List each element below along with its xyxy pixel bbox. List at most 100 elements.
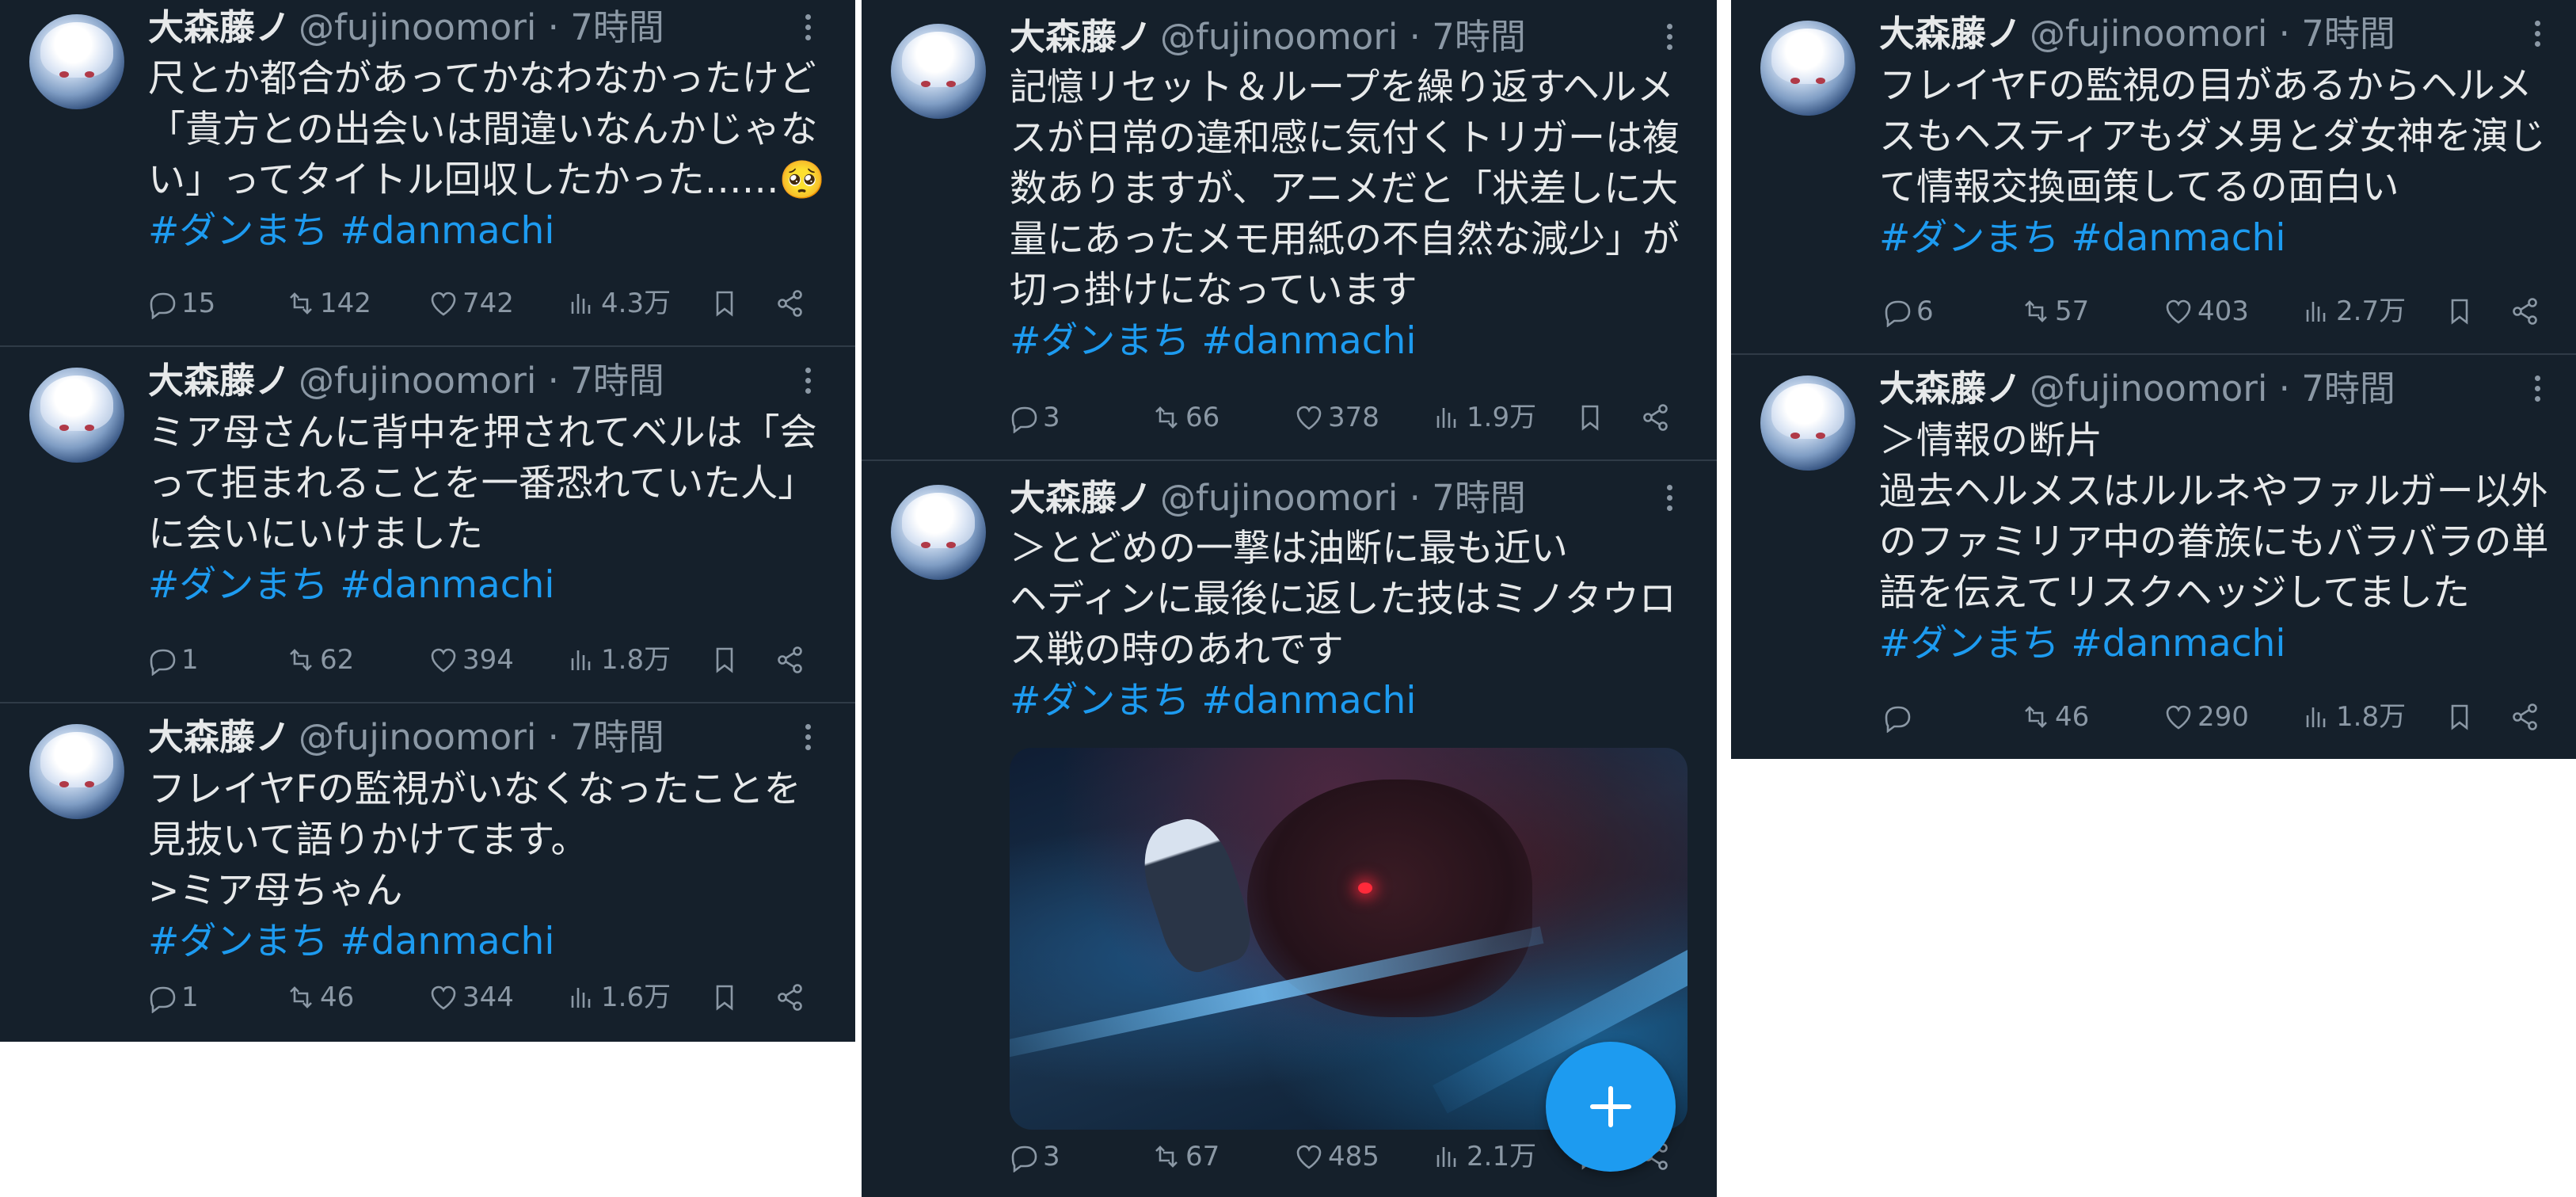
views-button[interactable]: 2.1万: [1432, 1137, 1536, 1176]
author-name[interactable]: 大森藤ノ: [148, 6, 291, 48]
avatar[interactable]: [891, 24, 986, 119]
post-time[interactable]: · 7時間: [548, 6, 664, 48]
bookmark-icon: [716, 647, 733, 673]
reply-button[interactable]: 1: [146, 640, 199, 680]
author-handle[interactable]: @fujinoomori: [1160, 477, 1398, 519]
author-handle[interactable]: @fujinoomori: [1160, 16, 1398, 58]
tweet-text: フレイヤFの監視の目があるからヘルメ スもヘスティアもダメ男とダ女神を演じ て情報交…: [1879, 61, 2546, 264]
kebab-menu-icon[interactable]: [804, 368, 812, 399]
views-button[interactable]: 1.9万: [1432, 398, 1536, 437]
reply-button[interactable]: 3: [1008, 1137, 1060, 1176]
tweet-text-line: スが日常の違和感に気付くトリガーは複: [1010, 116, 1680, 160]
bookmark-button[interactable]: [1574, 398, 1606, 437]
bookmark-button[interactable]: [2444, 697, 2475, 737]
repost-button[interactable]: 57: [2020, 292, 2089, 331]
kebab-menu-icon[interactable]: [1665, 485, 1673, 517]
repost-button[interactable]: 66: [1151, 398, 1220, 437]
author-name[interactable]: 大森藤ノ: [148, 716, 291, 758]
author-name[interactable]: 大森藤ノ: [148, 360, 291, 402]
repost-button[interactable]: 46: [285, 978, 354, 1017]
hashtags-link[interactable]: #ダンまち #danmachi: [1879, 619, 2549, 669]
hashtags-link[interactable]: #ダンまち #danmachi: [1879, 213, 2546, 264]
like-button[interactable]: 485: [1293, 1137, 1379, 1176]
bookmark-button[interactable]: [2444, 292, 2475, 331]
post-time[interactable]: · 7時間: [548, 716, 664, 758]
bookmark-icon: [716, 985, 733, 1011]
author-handle[interactable]: @fujinoomori: [2030, 13, 2267, 55]
author-name[interactable]: 大森藤ノ: [1879, 368, 2022, 410]
repost-button[interactable]: 142: [285, 284, 371, 323]
tweet-text-line: 量にあったメモ用紙の不自然な減少」が: [1010, 218, 1680, 261]
like-button[interactable]: 344: [428, 978, 514, 1017]
views-button[interactable]: 1.8万: [566, 640, 671, 680]
share-button[interactable]: [1640, 398, 1672, 437]
avatar[interactable]: [1760, 21, 1855, 116]
avatar[interactable]: [29, 14, 124, 109]
repost-button[interactable]: 62: [285, 640, 354, 680]
hashtags-link[interactable]: #ダンまち #danmachi: [148, 206, 825, 257]
tweet[interactable]: 大森藤ノ @fujinoomori · 7時間 フレイヤFの監視がいなくなったことを…: [0, 703, 855, 1042]
like-button[interactable]: 394: [428, 640, 514, 680]
share-icon: [2513, 703, 2537, 730]
hashtags-link[interactable]: #ダンまち #danmachi: [148, 560, 817, 611]
like-button[interactable]: 742: [428, 284, 514, 323]
views-button[interactable]: 2.7万: [2301, 292, 2406, 331]
hashtags-link[interactable]: #ダンまち #danmachi: [1010, 316, 1680, 367]
bookmark-button[interactable]: [709, 284, 740, 323]
post-time[interactable]: · 7時間: [2279, 368, 2395, 410]
kebab-menu-icon[interactable]: [804, 724, 812, 756]
like-button[interactable]: 403: [2163, 292, 2249, 331]
repost-count: 142: [320, 288, 371, 319]
author-handle[interactable]: @fujinoomori: [299, 360, 536, 402]
tweet[interactable]: 大森藤ノ @fujinoomori · 7時間 尺とか都合があってかなわなかったけど…: [0, 0, 855, 347]
post-time[interactable]: · 7時間: [1410, 16, 1526, 58]
views-button[interactable]: 4.3万: [566, 284, 671, 323]
author-name[interactable]: 大森藤ノ: [1010, 477, 1152, 519]
reply-button[interactable]: 6: [1882, 292, 1934, 331]
repost-button[interactable]: 67: [1151, 1137, 1220, 1176]
speech-bubble-icon: [1885, 300, 1911, 327]
bar-chart-icon: [571, 988, 591, 1008]
reply-button[interactable]: 3: [1008, 398, 1060, 437]
author-handle[interactable]: @fujinoomori: [2030, 368, 2267, 410]
share-button[interactable]: [2509, 697, 2541, 737]
tweet[interactable]: 大森藤ノ @fujinoomori · 7時間 ミア母さんに背中を押されてベルは「会…: [0, 347, 855, 703]
bookmark-button[interactable]: [709, 978, 740, 1017]
reply-count: 6: [1916, 295, 1934, 327]
post-time[interactable]: · 7時間: [548, 360, 664, 402]
post-time[interactable]: · 7時間: [1410, 477, 1526, 519]
like-count: 403: [2197, 295, 2249, 327]
repost-button[interactable]: 46: [2020, 697, 2089, 737]
kebab-menu-icon[interactable]: [2533, 21, 2541, 52]
kebab-menu-icon[interactable]: [804, 14, 812, 46]
views-button[interactable]: 1.6万: [566, 978, 671, 1017]
share-button[interactable]: [774, 978, 806, 1017]
avatar[interactable]: [29, 724, 124, 819]
tweet[interactable]: 大森藤ノ @fujinoomori · 7時間フレイヤFの監視の目があるからヘルメ…: [1731, 0, 2576, 355]
hashtags-link[interactable]: #ダンまち #danmachi: [148, 917, 801, 967]
avatar[interactable]: [891, 485, 986, 580]
avatar[interactable]: [1760, 375, 1855, 471]
kebab-menu-icon[interactable]: [2533, 375, 2541, 407]
hashtags-link[interactable]: #ダンまち #danmachi: [1010, 676, 1676, 726]
kebab-menu-icon[interactable]: [1665, 24, 1673, 55]
author-name[interactable]: 大森藤ノ: [1010, 16, 1152, 58]
like-button[interactable]: 378: [1293, 398, 1379, 437]
tweet[interactable]: 大森藤ノ @fujinoomori · 7時間 ＞情報の断片 過去ヘルメスはルルネやフ…: [1731, 355, 2576, 759]
post-time[interactable]: · 7時間: [2279, 13, 2395, 55]
share-button[interactable]: [774, 640, 806, 680]
tweet[interactable]: 大森藤ノ @fujinoomori · 7時間 記憶リセット＆ループを繰り返すヘルメ…: [862, 0, 1717, 461]
author-handle[interactable]: @fujinoomori: [299, 6, 536, 48]
author-handle[interactable]: @fujinoomori: [299, 716, 536, 758]
share-button[interactable]: [2509, 292, 2541, 331]
reply-button[interactable]: 1: [146, 978, 199, 1017]
compose-button[interactable]: [1546, 1042, 1676, 1172]
avatar[interactable]: [29, 368, 124, 463]
bookmark-button[interactable]: [709, 640, 740, 680]
reply-button[interactable]: 15: [146, 284, 215, 323]
share-button[interactable]: [774, 284, 806, 323]
reply-button[interactable]: [1882, 697, 1916, 737]
like-button[interactable]: 290: [2163, 697, 2249, 737]
views-button[interactable]: 1.8万: [2301, 697, 2406, 737]
author-name[interactable]: 大森藤ノ: [1879, 13, 2022, 55]
